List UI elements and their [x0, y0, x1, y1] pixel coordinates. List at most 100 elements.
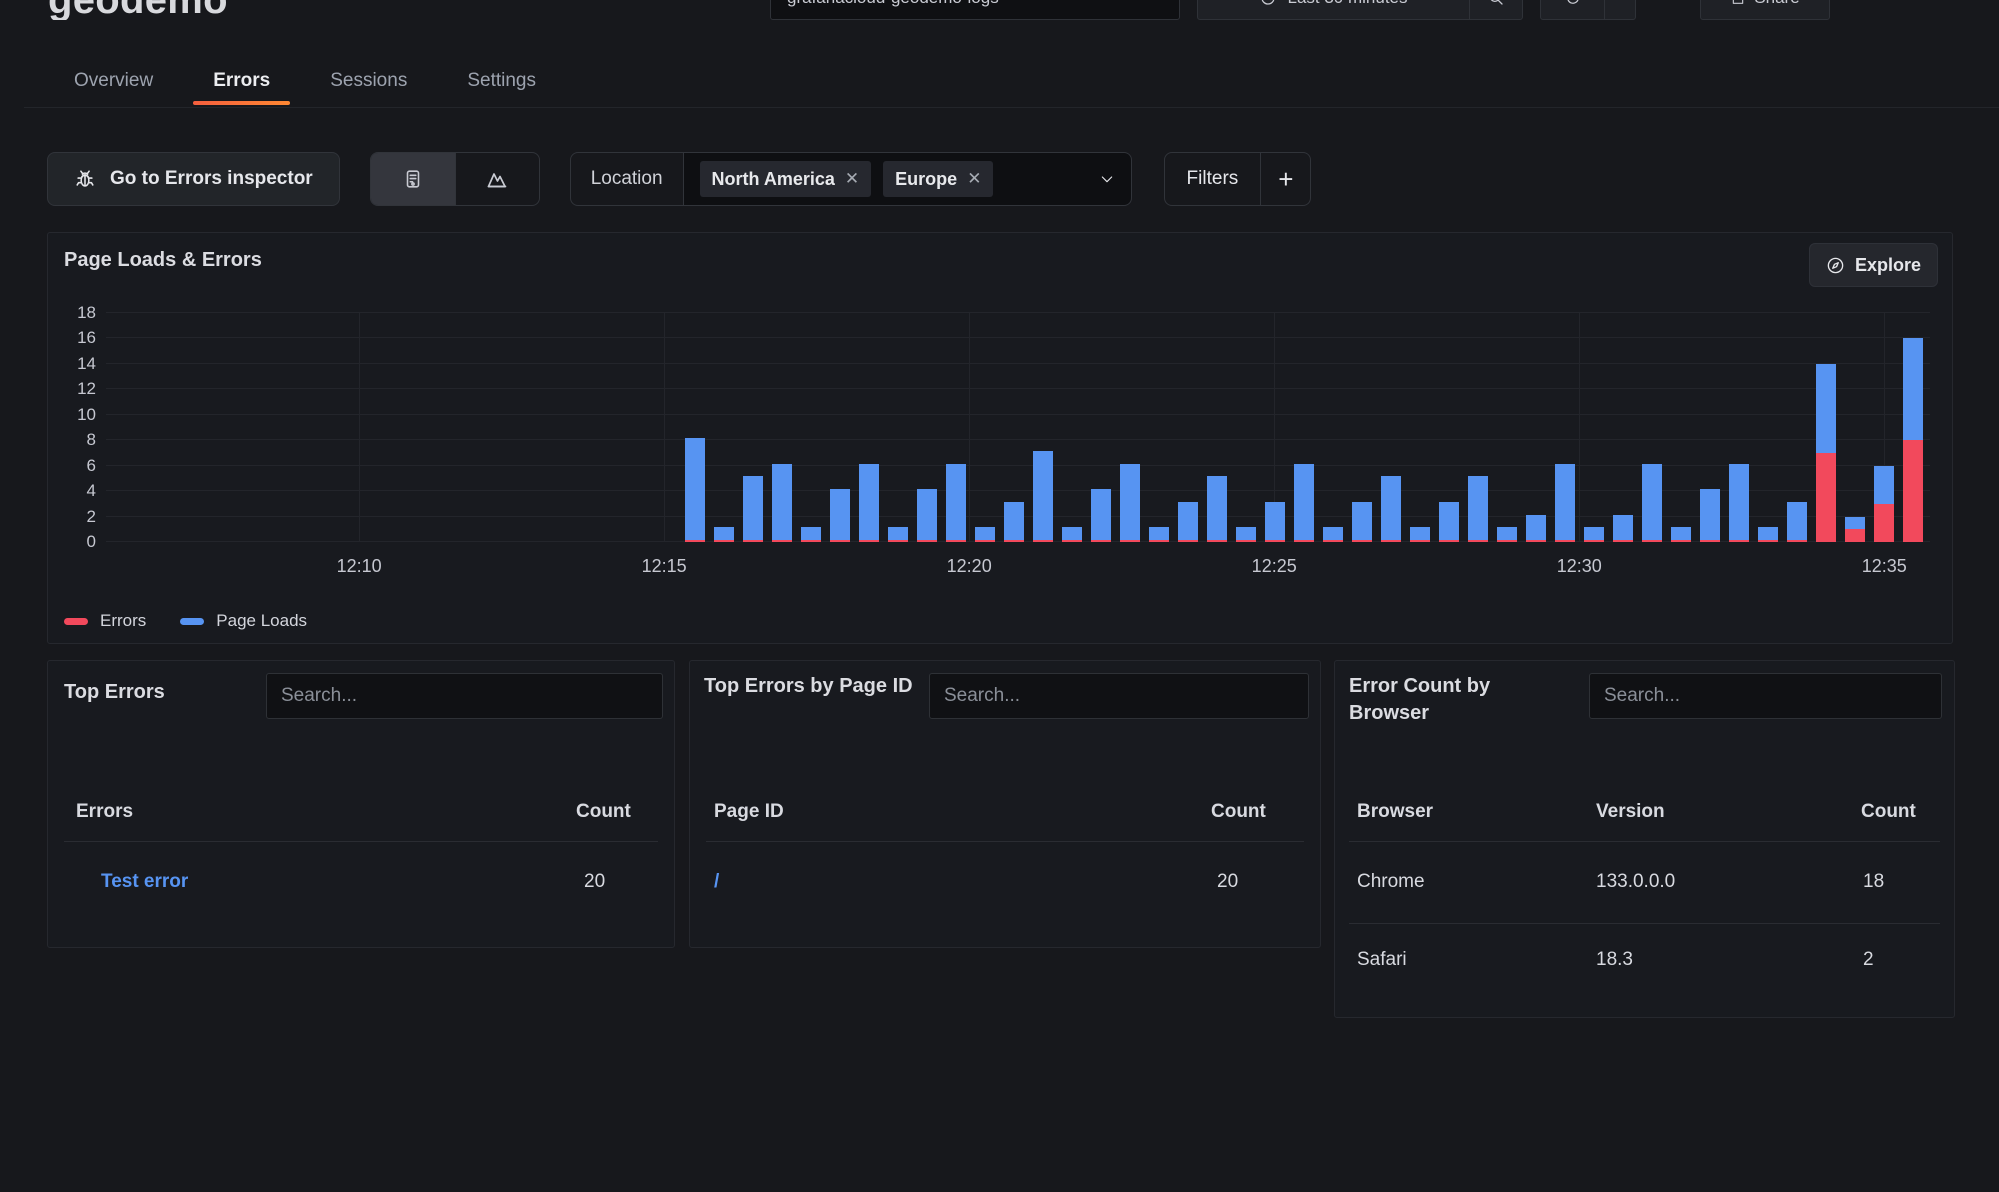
tab-overview[interactable]: Overview: [72, 55, 155, 107]
bar-10[interactable]: [975, 313, 995, 542]
bar-32[interactable]: [1613, 313, 1633, 542]
tab-errors[interactable]: Errors: [211, 55, 272, 107]
bar-3[interactable]: [772, 313, 792, 542]
bar-4[interactable]: [801, 313, 821, 542]
x-axis-label-12:30: 12:30: [1557, 556, 1602, 577]
bar-29[interactable]: [1526, 313, 1546, 542]
bar-8[interactable]: [917, 313, 937, 542]
bar-22[interactable]: [1323, 313, 1343, 542]
refresh-interval-dropdown[interactable]: [1605, 0, 1635, 19]
y-axis-label-10: 10: [77, 405, 96, 425]
refresh-button-group[interactable]: [1540, 0, 1636, 20]
bar-39[interactable]: [1816, 313, 1836, 542]
bar-40[interactable]: [1845, 313, 1865, 542]
bar-16[interactable]: [1149, 313, 1169, 542]
column-header-count: Count: [576, 801, 631, 823]
bar-13[interactable]: [1062, 313, 1082, 542]
bar-28[interactable]: [1497, 313, 1517, 542]
bar-35[interactable]: [1700, 313, 1720, 542]
page-loads-segment: [1381, 476, 1401, 540]
bar-18[interactable]: [1207, 313, 1227, 542]
page-loads-segment: [1120, 464, 1140, 540]
bar-5[interactable]: [830, 313, 850, 542]
bar-42[interactable]: [1903, 313, 1923, 542]
bar-0[interactable]: [685, 313, 705, 542]
bar-2[interactable]: [743, 313, 763, 542]
page-loads-segment: [1874, 466, 1894, 504]
chip-europe[interactable]: Europe ✕: [883, 161, 993, 197]
bar-31[interactable]: [1584, 313, 1604, 542]
add-filter-button[interactable]: +: [1261, 152, 1311, 206]
time-range-picker[interactable]: Last 30 minutes: [1197, 0, 1523, 20]
page-loads-segment: [1352, 502, 1372, 540]
errors-segment: [830, 540, 850, 542]
errors-segment: [1294, 540, 1314, 542]
y-axis-label-12: 12: [77, 379, 96, 399]
top-errors-search-input[interactable]: [266, 673, 663, 719]
explore-button[interactable]: Explore: [1809, 243, 1938, 287]
bar-6[interactable]: [859, 313, 879, 542]
bar-12[interactable]: [1033, 313, 1053, 542]
page-loads-segment: [1410, 527, 1430, 540]
page-loads-segment: [1845, 517, 1865, 530]
filters-label[interactable]: Filters: [1164, 152, 1262, 206]
tab-sessions[interactable]: Sessions: [328, 55, 409, 107]
tab-settings[interactable]: Settings: [465, 55, 538, 107]
chip-north-america[interactable]: North America ✕: [700, 161, 872, 197]
bar-26[interactable]: [1439, 313, 1459, 542]
bar-19[interactable]: [1236, 313, 1256, 542]
page-id-search-input[interactable]: [929, 673, 1309, 719]
bar-37[interactable]: [1758, 313, 1778, 542]
errors-segment: [1613, 540, 1633, 542]
bar-24[interactable]: [1381, 313, 1401, 542]
bar-33[interactable]: [1642, 313, 1662, 542]
share-button[interactable]: Share: [1700, 0, 1830, 20]
bar-30[interactable]: [1555, 313, 1575, 542]
bar-1[interactable]: [714, 313, 734, 542]
bar-27[interactable]: [1468, 313, 1488, 542]
bar-38[interactable]: [1787, 313, 1807, 542]
bar-25[interactable]: [1410, 313, 1430, 542]
datasource-select[interactable]: grafanacloud-geodemo-logs: [770, 0, 1180, 20]
errors-segment: [1816, 453, 1836, 542]
location-filter-input[interactable]: North America ✕ Europe ✕: [684, 152, 1132, 206]
logs-view-toggle[interactable]: [371, 153, 455, 205]
legend-item-page-loads[interactable]: Page Loads: [180, 611, 307, 631]
page-loads-segment: [917, 489, 937, 540]
errors-segment: [1149, 540, 1169, 542]
column-header-page-id: Page ID: [714, 801, 784, 823]
tab-settings-label: Settings: [467, 70, 536, 92]
top-errors-by-page-panel: Top Errors by Page ID Page ID Count / 20: [689, 660, 1321, 948]
share-label: Share: [1754, 0, 1799, 8]
datasource-value: grafanacloud-geodemo-logs: [787, 0, 999, 8]
chart-view-toggle[interactable]: [455, 153, 539, 205]
chip-remove-icon[interactable]: ✕: [845, 169, 859, 189]
bar-23[interactable]: [1352, 313, 1372, 542]
filters-control: Filters +: [1164, 152, 1312, 206]
errors-segment: [1410, 540, 1430, 542]
chip-remove-icon[interactable]: ✕: [967, 169, 981, 189]
zoom-out-time-button[interactable]: [1470, 0, 1522, 19]
bar-14[interactable]: [1091, 313, 1111, 542]
bar-34[interactable]: [1671, 313, 1691, 542]
page-id-link[interactable]: /: [714, 871, 719, 893]
bar-15[interactable]: [1120, 313, 1140, 542]
bar-7[interactable]: [888, 313, 908, 542]
bar-chart-plot[interactable]: 02468101214161812:1012:1512:2012:2512:30…: [106, 313, 1930, 542]
errors-segment: [1584, 540, 1604, 542]
bar-21[interactable]: [1294, 313, 1314, 542]
plus-icon: +: [1278, 164, 1293, 195]
bar-20[interactable]: [1265, 313, 1285, 542]
bar-17[interactable]: [1178, 313, 1198, 542]
browser-search-input[interactable]: [1589, 673, 1942, 719]
errors-segment: [1091, 540, 1111, 542]
bar-41[interactable]: [1874, 313, 1894, 542]
bar-36[interactable]: [1729, 313, 1749, 542]
chip-north-america-label: North America: [712, 169, 835, 190]
column-header-version: Version: [1596, 801, 1665, 823]
bar-9[interactable]: [946, 313, 966, 542]
bar-11[interactable]: [1004, 313, 1024, 542]
error-link[interactable]: Test error: [101, 871, 188, 893]
legend-item-errors[interactable]: Errors: [64, 611, 146, 631]
go-to-errors-inspector-button[interactable]: Go to Errors inspector: [47, 152, 340, 206]
